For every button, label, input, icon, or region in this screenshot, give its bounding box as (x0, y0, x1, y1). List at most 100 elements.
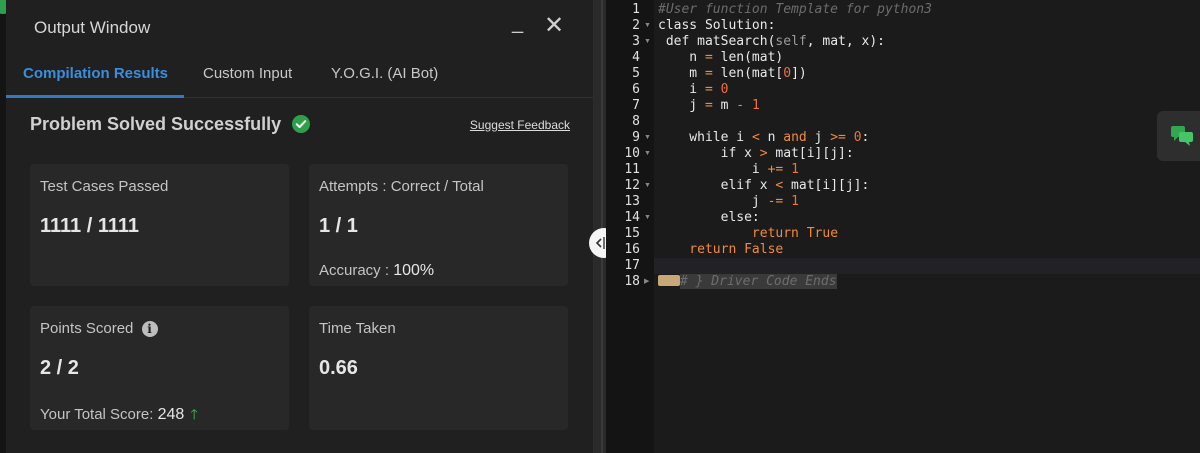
tab-custom-input[interactable]: Custom Input (203, 65, 292, 82)
code-token: len(mat) (712, 50, 784, 65)
fold-collapse-icon[interactable]: ▼ (644, 130, 651, 146)
code-token: False (744, 242, 784, 257)
code-line[interactable]: return False (658, 242, 783, 258)
minimize-button[interactable]: _ (512, 12, 523, 35)
accuracy-value: 100% (393, 262, 435, 279)
code-line[interactable]: def matSearch(self, mat, x): (658, 34, 885, 50)
line-number: 1 (632, 2, 640, 17)
code-token: m (658, 66, 705, 81)
code-token: - (736, 98, 745, 113)
tab-compilation-results[interactable]: Compilation Results (23, 65, 168, 82)
line-number: 13 (624, 194, 640, 209)
code-token: 0 (783, 66, 792, 81)
result-tabs: Compilation Results Custom Input Y.O.G.I… (6, 54, 593, 98)
points-card: Points Scored i 2 / 2 Your Total Score: … (30, 306, 289, 430)
code-line[interactable]: return True (658, 226, 838, 242)
code-token: j (806, 130, 831, 145)
code-token: = (704, 82, 713, 97)
line-number: 8 (632, 114, 640, 129)
code-line[interactable]: j -= 1 (658, 194, 799, 210)
code-token: return (658, 242, 745, 257)
splitter-line (601, 0, 603, 453)
test-cases-label: Test Cases Passed (40, 178, 169, 195)
total-score-row: Your Total Score: 248 🡑 (40, 404, 279, 428)
suggest-feedback-link[interactable]: Suggest Feedback (470, 118, 570, 132)
code-token: n (658, 50, 705, 65)
code-editor[interactable]: 1 2 ▼ 3 ▼ 4 5 6 7 8 9 ▼ 10 ▼ 11 12 ▼ 13 14 ▼ 15 16 17 18 ▶ #User… (606, 0, 1200, 453)
points-label: Points Scored (40, 320, 134, 337)
code-token: class (658, 18, 705, 33)
code-token: if (658, 146, 745, 161)
fold-collapse-icon[interactable]: ▼ (644, 146, 651, 162)
code-line[interactable]: n = len(mat) (658, 50, 783, 66)
code-token: Solution: (704, 18, 776, 33)
chat-icon[interactable] (1157, 111, 1200, 161)
editor-gutter: 1 2 ▼ 3 ▼ 4 5 6 7 8 9 ▼ 10 ▼ 11 12 ▼ 13 14 ▼ 15 16 17 18 ▶ (606, 0, 654, 453)
code-token: mat[i][j]: (767, 146, 854, 161)
fold-collapse-icon[interactable]: ▼ (644, 18, 651, 34)
line-number: 10 (624, 146, 640, 161)
code-token: 1 (791, 162, 799, 177)
code-token: i (736, 130, 752, 145)
code-token: : (861, 130, 870, 145)
points-label-row: Points Scored i (40, 320, 279, 337)
code-token: i (658, 162, 768, 177)
code-line[interactable]: #User function Template for python3 (658, 2, 932, 18)
code-token: x (744, 146, 760, 161)
line-number: 17 (624, 258, 640, 273)
code-token: n (759, 130, 784, 145)
fold-collapse-icon[interactable]: ▼ (644, 210, 651, 226)
fold-collapse-icon[interactable]: ▼ (644, 178, 651, 194)
arrow-up-icon: 🡑 (190, 406, 198, 422)
total-score-value: 248 (157, 406, 185, 423)
line-number: 16 (624, 242, 640, 257)
line-number: 6 (632, 82, 640, 97)
line-number: 15 (624, 226, 640, 241)
code-line[interactable]: if x > mat[i][j]: (658, 146, 854, 162)
code-line[interactable]: i += 1 (658, 162, 799, 178)
code-line[interactable]: else: (658, 210, 760, 226)
code-area[interactable]: #User function Template for python3 class… (654, 0, 1200, 453)
code-token: 0 (853, 130, 862, 145)
close-button[interactable]: ✕ (544, 14, 564, 38)
code-token: else: (658, 210, 760, 225)
fold-expand-icon[interactable]: ▶ (644, 274, 649, 290)
code-token: = (704, 66, 713, 81)
status-message: Problem Solved Successfully (30, 114, 282, 134)
fold-collapse-icon[interactable]: ▼ (644, 34, 651, 50)
info-icon[interactable]: i (141, 321, 158, 337)
line-number: 18 (624, 274, 640, 289)
code-token: , mat, x): (806, 34, 886, 49)
code-line[interactable]: while i < n and j >= 0: (658, 130, 869, 146)
line-number: 9 (632, 130, 640, 145)
code-token: True (806, 226, 839, 241)
code-token: j (658, 98, 705, 113)
code-token: while (658, 130, 737, 145)
code-line[interactable]: class Solution: (658, 18, 775, 34)
code-token: 1 (791, 194, 799, 209)
folded-code-widget[interactable] (658, 275, 680, 286)
output-window-title: Output Window (34, 18, 151, 37)
code-line[interactable]: i = 0 (658, 82, 728, 98)
code-token: and (783, 130, 807, 145)
test-cases-value: 1111 / 1111 (40, 215, 140, 237)
code-line[interactable]: m = len(mat[0]) (658, 66, 806, 82)
code-line[interactable]: # } Driver Code Ends (658, 274, 837, 290)
accuracy-label: Accuracy : (319, 262, 390, 279)
time-card: Time Taken 0.66 (309, 306, 568, 430)
code-token: j (658, 194, 768, 209)
code-token: 0 (720, 82, 729, 97)
code-token: = (704, 98, 713, 113)
tab-yogi-ai-bot[interactable]: Y.O.G.I. (AI Bot) (331, 65, 438, 82)
splitter[interactable] (594, 0, 606, 453)
code-token: < (751, 130, 760, 145)
attempts-card: Attempts : Correct / Total 1 / 1 Accurac… (309, 164, 568, 286)
code-token: len(mat[ (712, 66, 784, 81)
code-line[interactable]: j = m - 1 (658, 98, 759, 114)
check-circle-icon (291, 115, 310, 138)
line-number: 5 (632, 66, 640, 81)
code-line[interactable]: elif x < mat[i][j]: (658, 178, 870, 194)
